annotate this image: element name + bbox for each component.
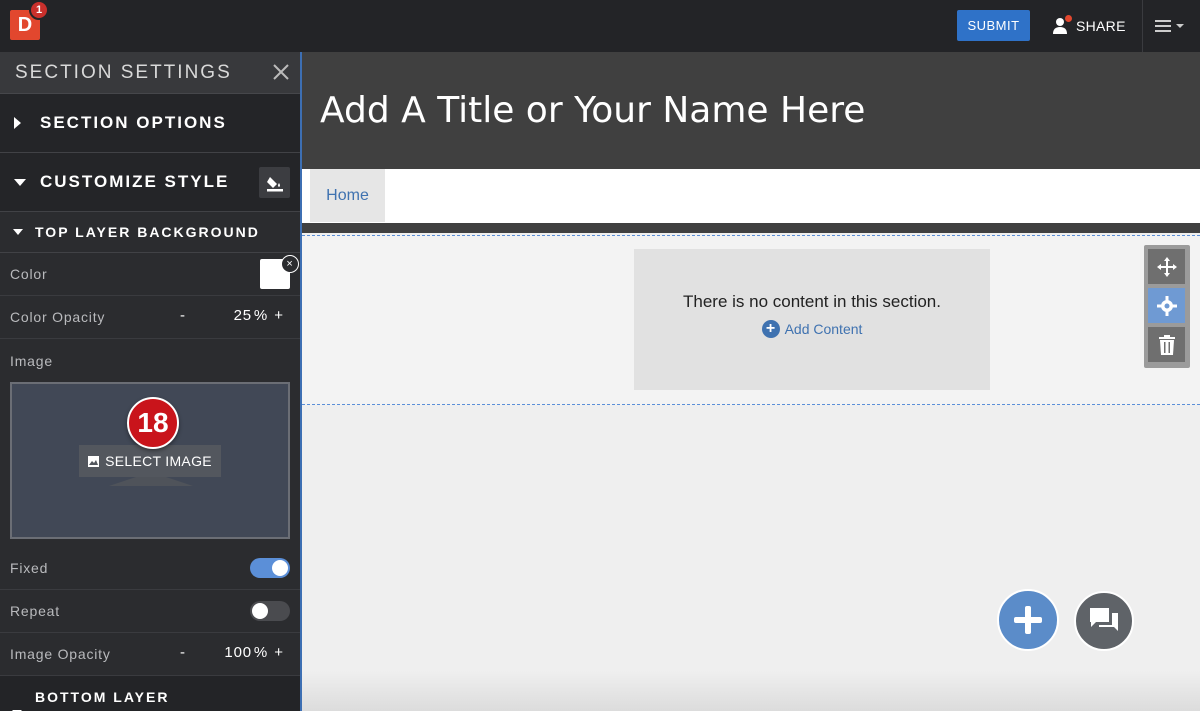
menu-icon (1155, 20, 1184, 32)
image-opacity-stepper: - 100 % + (176, 644, 286, 661)
page-canvas: Add A Title or Your Name Here Home There… (302, 52, 1200, 711)
image-icon (88, 455, 105, 467)
fixed-row: Fixed (0, 547, 300, 590)
section-settings-panel: SECTION SETTINGS SECTION OPTIONS CUSTOMI… (0, 52, 302, 711)
repeat-label: Repeat (10, 603, 60, 619)
bottom-layer-label: BOTTOM LAYER (35, 688, 170, 705)
select-image-button[interactable]: SELECT IMAGE (79, 445, 221, 477)
plus-circle-icon: + (761, 320, 780, 338)
repeat-row: Repeat (0, 590, 300, 633)
main-menu-button[interactable] (1155, 16, 1189, 36)
add-content-label: Add Content (784, 321, 863, 337)
decrease-button[interactable]: - (176, 307, 190, 324)
person-icon (1052, 15, 1072, 35)
notification-badge[interactable]: 1 (29, 0, 49, 20)
color-opacity-label: Color Opacity (10, 309, 106, 325)
menu-divider (1142, 0, 1143, 52)
trash-icon[interactable] (1148, 327, 1185, 362)
move-icon[interactable] (1148, 249, 1185, 284)
bottom-layer-toggle[interactable]: BOTTOM LAYER (0, 676, 300, 711)
top-layer-label: TOP LAYER BACKGROUND (35, 224, 260, 240)
close-icon[interactable] (271, 62, 291, 82)
section-toolbar (1144, 245, 1190, 368)
add-content-link[interactable]: + Add Content (634, 320, 990, 338)
top-layer-background-toggle[interactable]: TOP LAYER BACKGROUND (0, 212, 300, 253)
step-badge: 18 (127, 397, 179, 449)
chat-button[interactable] (1074, 591, 1134, 651)
add-section-button[interactable] (997, 589, 1059, 651)
site-nav: Home (302, 169, 1200, 233)
paint-bucket-icon[interactable] (259, 167, 290, 198)
caret-right-icon (14, 117, 21, 129)
fixed-label: Fixed (10, 560, 49, 576)
section-options-toggle[interactable]: SECTION OPTIONS (0, 94, 300, 153)
logo-letter: D (17, 13, 33, 36)
percent-sign: % (253, 644, 268, 661)
panel-title: SECTION SETTINGS (15, 61, 232, 83)
color-opacity-value[interactable]: 25 (208, 307, 252, 324)
plus-icon (1014, 606, 1042, 634)
image-row: Image (0, 339, 300, 382)
caret-down-icon (13, 229, 23, 235)
image-opacity-label: Image Opacity (10, 646, 111, 662)
chat-icon (1090, 608, 1118, 631)
color-row: Color × (0, 253, 300, 296)
share-button[interactable]: SHARE (1052, 13, 1126, 39)
content-section[interactable]: There is no content in this section. + A… (302, 235, 1200, 405)
caret-down-icon (14, 178, 26, 186)
color-label: Color (10, 266, 48, 282)
color-opacity-stepper: - 25 % + (176, 307, 286, 324)
bottom-shadow (302, 671, 1200, 711)
site-title[interactable]: Add A Title or Your Name Here (320, 90, 865, 131)
decrease-button[interactable]: - (176, 644, 190, 661)
gear-icon[interactable] (1148, 288, 1185, 323)
panel-header: SECTION SETTINGS (0, 52, 300, 94)
color-opacity-row: Color Opacity - 25 % + (0, 296, 300, 339)
image-dropzone[interactable]: SELECT IMAGE 18 (10, 382, 290, 539)
fixed-toggle[interactable] (250, 558, 290, 578)
section-options-label: SECTION OPTIONS (40, 113, 227, 132)
top-bar: D 1 SUBMIT SHARE (0, 0, 1200, 52)
image-opacity-row: Image Opacity - 100 % + (0, 633, 300, 676)
select-image-label: SELECT IMAGE (105, 453, 212, 469)
image-label: Image (10, 352, 53, 369)
empty-section-box: There is no content in this section. + A… (634, 249, 990, 390)
empty-message: There is no content in this section. (683, 292, 941, 311)
nav-item-home[interactable]: Home (310, 169, 385, 222)
submit-button[interactable]: SUBMIT (957, 10, 1030, 41)
increase-button[interactable]: + (272, 307, 286, 324)
image-opacity-value[interactable]: 100 (208, 644, 252, 661)
clear-color-icon[interactable]: × (281, 255, 299, 273)
increase-button[interactable]: + (272, 644, 286, 661)
site-header[interactable]: Add A Title or Your Name Here (302, 52, 1200, 169)
customize-style-toggle[interactable]: CUSTOMIZE STYLE (0, 153, 300, 212)
repeat-toggle[interactable] (250, 601, 290, 621)
customize-style-label: CUSTOMIZE STYLE (40, 172, 230, 191)
share-label: SHARE (1076, 18, 1126, 34)
percent-sign: % (253, 307, 268, 324)
